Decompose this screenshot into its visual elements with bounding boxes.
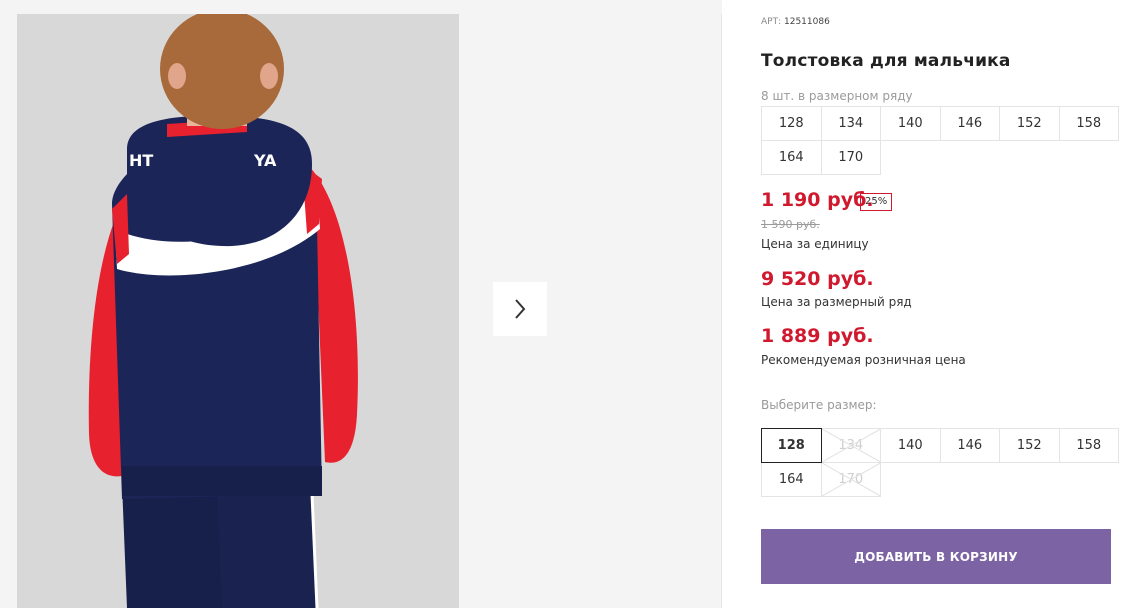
pack-size-cell: 146 <box>939 106 1000 141</box>
sku-label: АРТ: <box>761 17 782 27</box>
old-price: 1 590 руб. <box>761 218 820 231</box>
size-option-158[interactable]: 158 <box>1058 428 1119 463</box>
sku-value: 12511086 <box>784 17 830 27</box>
product-photo[interactable]: HT YA <box>17 14 459 608</box>
pack-size-cell: 170 <box>820 140 881 175</box>
pack-size-cell: 128 <box>761 106 822 141</box>
size-option-152[interactable]: 152 <box>999 428 1060 463</box>
discount-badge: 25% <box>860 193 893 211</box>
add-to-cart-button[interactable]: ДОБАВИТЬ В КОРЗИНУ <box>761 529 1111 584</box>
pack-price-note: Цена за размерный ряд <box>761 295 912 309</box>
size-option-134: 134 <box>820 428 881 463</box>
product-gallery: HT YA <box>0 0 722 608</box>
pack-size-note: 8 шт. в размерном ряду <box>761 89 913 103</box>
size-option-128[interactable]: 128 <box>761 428 822 463</box>
size-option-170: 170 <box>820 462 881 497</box>
retail-price-note: Рекомендуемая розничная цена <box>761 353 966 367</box>
pack-price: 9 520 руб. <box>761 268 874 290</box>
product-photo-illustration: HT YA <box>17 14 459 608</box>
size-option-140[interactable]: 140 <box>880 428 941 463</box>
size-picker: 128 134 140 146 152 158 164 170 <box>761 428 1119 497</box>
pack-size-cell: 140 <box>880 106 941 141</box>
chevron-right-icon <box>515 299 526 319</box>
hood-print-left: HT <box>129 151 153 170</box>
product-title: Толстовка для мальчика <box>761 51 1011 71</box>
pack-size-grid: 128 134 140 146 152 158 164 170 <box>761 106 1119 175</box>
pack-size-cell: 152 <box>999 106 1060 141</box>
hood-print-right: YA <box>253 151 277 170</box>
size-picker-label: Выберите размер: <box>761 398 877 412</box>
unavailable-cross-icon <box>821 429 880 462</box>
gallery-divider <box>721 14 722 608</box>
gallery-next-button[interactable] <box>493 282 547 336</box>
pack-size-cell: 164 <box>761 140 822 175</box>
unavailable-cross-icon <box>821 463 880 496</box>
retail-price: 1 889 руб. <box>761 325 874 347</box>
product-sku: АРТ: 12511086 <box>761 17 830 27</box>
unit-price-note: Цена за единицу <box>761 237 869 251</box>
pack-size-cell: 134 <box>820 106 881 141</box>
size-option-146[interactable]: 146 <box>939 428 1000 463</box>
size-option-164[interactable]: 164 <box>761 462 822 497</box>
unit-price: 1 190 руб. <box>761 189 874 211</box>
pack-size-cell: 158 <box>1058 106 1119 141</box>
